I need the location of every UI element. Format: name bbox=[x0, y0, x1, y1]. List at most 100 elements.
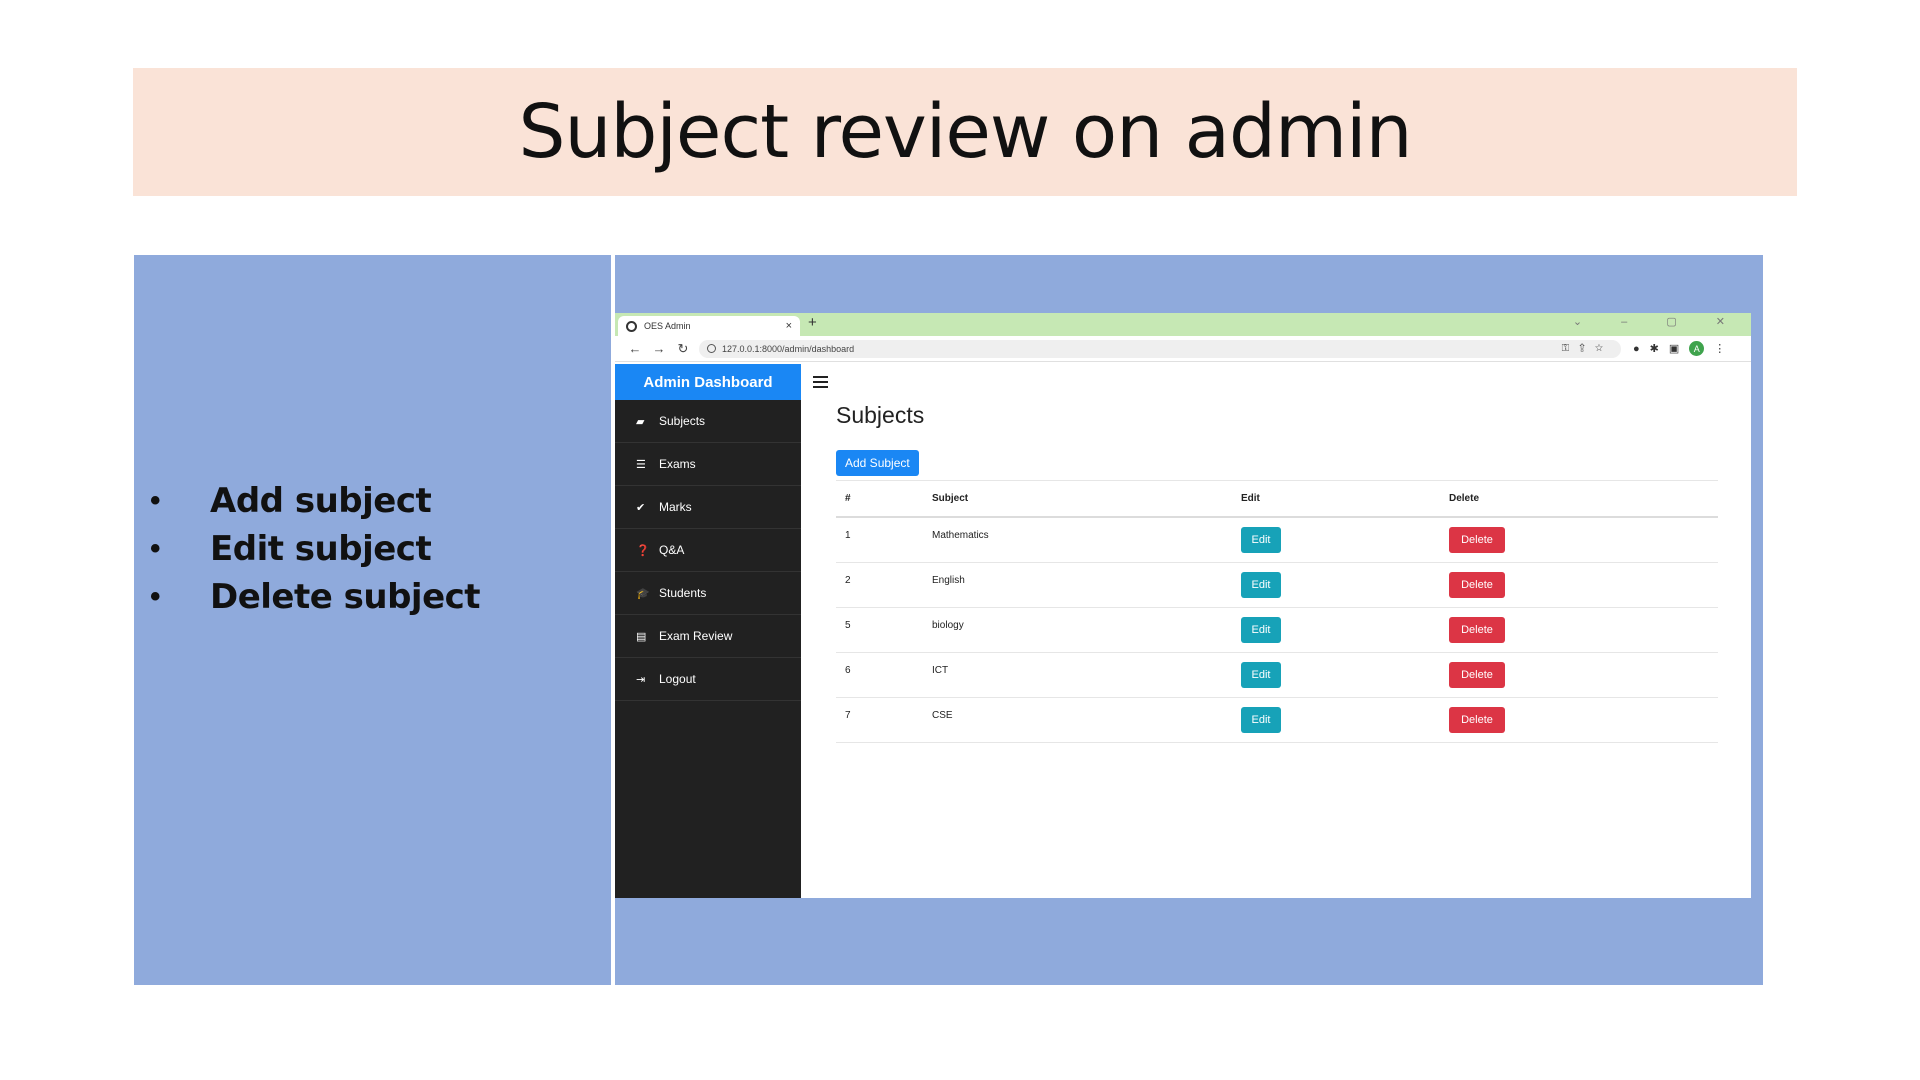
edit-button[interactable]: Edit bbox=[1241, 707, 1281, 733]
address-bar: ← → ↻ 127.0.0.1:8000/admin/dashboard ⚿⇪☆… bbox=[615, 336, 1751, 362]
url-field[interactable]: 127.0.0.1:8000/admin/dashboard ⚿⇪☆ bbox=[699, 339, 1621, 358]
sidebar-item-label: Exams bbox=[659, 457, 696, 471]
list-icon: ☰ bbox=[636, 458, 646, 471]
screenshot-panel: OES Admin × + ⌄ – ▢ ✕ ← → ↻ 127.0.0.1:80… bbox=[615, 255, 1763, 985]
delete-button[interactable]: Delete bbox=[1449, 662, 1505, 688]
row-id: 6 bbox=[845, 665, 851, 676]
row-id: 5 bbox=[845, 620, 851, 631]
table-row: 1 Mathematics Edit Delete bbox=[836, 518, 1718, 563]
edit-cell: Edit bbox=[1241, 563, 1449, 607]
sidebar-item-label: Q&A bbox=[659, 543, 685, 557]
delete-button[interactable]: Delete bbox=[1449, 707, 1505, 733]
row-subject: Mathematics bbox=[932, 530, 989, 541]
edit-button[interactable]: Edit bbox=[1241, 572, 1281, 598]
row-subject: CSE bbox=[932, 710, 953, 721]
sidebar-item-exam-review[interactable]: ▤ Exam Review bbox=[615, 615, 801, 658]
column-header: Delete bbox=[1449, 493, 1480, 504]
question-circle-icon: ❓ bbox=[636, 544, 650, 557]
sidebar-item-exams[interactable]: ☰ Exams bbox=[615, 443, 801, 486]
bullet-item: • Delete subject bbox=[150, 573, 481, 621]
new-tab-button[interactable]: + bbox=[808, 314, 817, 331]
sidebar-item-label: Subjects bbox=[659, 414, 706, 428]
extension-icon[interactable]: ● bbox=[1633, 343, 1640, 355]
sidebar-item-label: Students bbox=[659, 586, 707, 600]
edit-button[interactable]: Edit bbox=[1241, 617, 1281, 643]
sidebar-item-label: Logout bbox=[659, 672, 696, 686]
edit-button[interactable]: Edit bbox=[1241, 527, 1281, 553]
row-subject: biology bbox=[932, 620, 964, 631]
browser-tab[interactable]: OES Admin × bbox=[618, 316, 800, 336]
sidebar-item-qa[interactable]: ❓ Q&A bbox=[615, 529, 801, 572]
delete-cell: Delete bbox=[1449, 698, 1718, 742]
avatar[interactable]: A bbox=[1689, 341, 1705, 356]
column-header: # bbox=[845, 493, 851, 504]
forward-icon[interactable]: → bbox=[647, 341, 671, 356]
bullet-text: Delete subject bbox=[210, 577, 481, 617]
menu-icon[interactable]: ⋮ bbox=[1714, 342, 1725, 355]
graduation-cap-icon: 🎓 bbox=[636, 587, 650, 600]
column-header: Subject bbox=[932, 493, 969, 504]
slide-title-band: Subject review on admin bbox=[133, 68, 1797, 196]
add-subject-button[interactable]: Add Subject bbox=[836, 450, 919, 476]
sidebar: Admin Dashboard ▰ Subjects ☰ Exams ✔ Marks … bbox=[615, 364, 801, 898]
browser-window: OES Admin × + ⌄ – ▢ ✕ ← → ↻ 127.0.0.1:80… bbox=[615, 313, 1751, 898]
window-controls[interactable]: ⌄ – ▢ ✕ bbox=[1573, 315, 1743, 328]
edit-cell: Edit bbox=[1241, 608, 1449, 652]
check-icon: ✔ bbox=[636, 501, 646, 514]
site-info-icon[interactable] bbox=[707, 344, 716, 353]
row-id: 2 bbox=[845, 575, 851, 586]
main-content: Subjects Add Subject # Subject Edit Dele… bbox=[801, 364, 1751, 898]
url-text: 127.0.0.1:8000/admin/dashboard bbox=[722, 343, 855, 354]
delete-button[interactable]: Delete bbox=[1449, 617, 1505, 643]
bullet-list: • Add subject • Edit subject • Delete subje… bbox=[150, 477, 481, 621]
document-icon: ▤ bbox=[636, 630, 647, 643]
row-id: 7 bbox=[845, 710, 851, 721]
table-row: 5 biology Edit Delete bbox=[836, 608, 1718, 653]
table-row: 7 CSE Edit Delete bbox=[836, 698, 1718, 743]
delete-cell: Delete bbox=[1449, 518, 1718, 562]
sign-out-icon: ⇥ bbox=[636, 673, 646, 686]
sidebar-item-label: Marks bbox=[659, 500, 692, 514]
delete-button[interactable]: Delete bbox=[1449, 572, 1505, 598]
row-id: 1 bbox=[845, 530, 851, 541]
bullet-item: • Edit subject bbox=[150, 525, 480, 573]
row-subject: ICT bbox=[932, 665, 949, 676]
admin-app: Admin Dashboard ▰ Subjects ☰ Exams ✔ Marks … bbox=[615, 364, 1751, 898]
sidebar-item-marks[interactable]: ✔ Marks bbox=[615, 486, 801, 529]
reload-icon[interactable]: ↻ bbox=[671, 341, 695, 357]
back-icon[interactable]: ← bbox=[623, 341, 647, 356]
table-row: 2 English Edit Delete bbox=[836, 563, 1718, 608]
puzzle-icon[interactable]: ✱ bbox=[1650, 342, 1659, 355]
sidebar-item-subjects[interactable]: ▰ Subjects bbox=[615, 400, 801, 443]
sidebar-brand[interactable]: Admin Dashboard bbox=[615, 364, 801, 400]
column-header: Edit bbox=[1241, 493, 1260, 504]
sidebar-item-label: Exam Review bbox=[659, 629, 733, 643]
edit-cell: Edit bbox=[1241, 518, 1449, 562]
subjects-table: # Subject Edit Delete 1 Mathematics Edit… bbox=[836, 480, 1718, 743]
bullet-icon: • bbox=[150, 484, 161, 517]
table-header-row: # Subject Edit Delete bbox=[836, 481, 1718, 518]
delete-button[interactable]: Delete bbox=[1449, 527, 1505, 553]
omnibox-icons[interactable]: ⚿⇪☆ bbox=[1562, 343, 1613, 354]
extension-toolbar: ● ✱ ▣ A ⋮ bbox=[1633, 341, 1725, 356]
hamburger-menu-icon[interactable] bbox=[813, 376, 828, 391]
edit-button[interactable]: Edit bbox=[1241, 662, 1281, 688]
delete-cell: Delete bbox=[1449, 563, 1718, 607]
bullet-item: • Add subject bbox=[150, 477, 480, 525]
page-title: Subjects bbox=[836, 402, 925, 428]
close-icon[interactable]: × bbox=[786, 320, 792, 332]
tab-title: OES Admin bbox=[644, 321, 691, 331]
table-row: 6 ICT Edit Delete bbox=[836, 653, 1718, 698]
sidebar-item-students[interactable]: 🎓 Students bbox=[615, 572, 801, 615]
globe-icon bbox=[626, 320, 637, 332]
delete-cell: Delete bbox=[1449, 608, 1718, 652]
delete-cell: Delete bbox=[1449, 653, 1718, 697]
book-icon: ▰ bbox=[636, 415, 645, 428]
bullet-icon: • bbox=[150, 532, 161, 565]
tab-bar: OES Admin × + ⌄ – ▢ ✕ bbox=[615, 313, 1751, 336]
edit-cell: Edit bbox=[1241, 698, 1449, 742]
edit-cell: Edit bbox=[1241, 653, 1449, 697]
side-panel-icon[interactable]: ▣ bbox=[1669, 342, 1679, 355]
slide-title: Subject review on admin bbox=[518, 89, 1413, 175]
sidebar-item-logout[interactable]: ⇥ Logout bbox=[615, 658, 801, 701]
